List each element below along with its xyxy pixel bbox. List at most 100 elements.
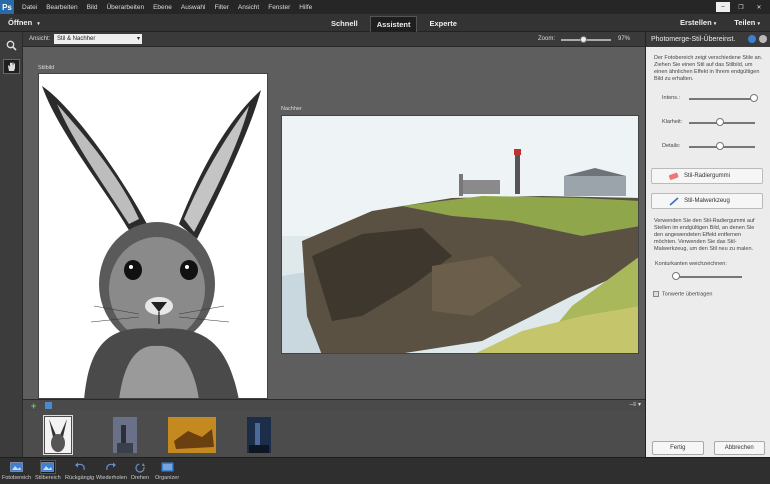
style-brush-button[interactable]: Stil-Malwerkzeug [651, 193, 763, 209]
style-image-caption: Stilbild [38, 65, 55, 71]
details-label: Details: [662, 143, 681, 149]
organizer-button[interactable]: Organizer [155, 460, 179, 481]
style-thumb-golden[interactable] [168, 417, 216, 453]
chevron-down-icon: ▾ [757, 21, 760, 27]
details-slider[interactable]: Details: [646, 135, 770, 159]
photo-bin-icon [9, 460, 25, 474]
help-icon[interactable] [759, 35, 767, 43]
menu-select[interactable]: Auswahl [181, 4, 206, 11]
style-thumb-tower[interactable] [113, 417, 137, 453]
menu-help[interactable]: Hilfe [299, 4, 312, 11]
mode-tabs: Schnell Assistent Experte [325, 16, 469, 33]
style-eraser-button[interactable]: Stil-Radiergummi [651, 168, 763, 184]
menu-filter[interactable]: Filter [214, 4, 228, 11]
tool-strip [0, 32, 23, 457]
redo-icon [103, 460, 119, 474]
minimize-icon[interactable]: – [716, 2, 730, 12]
filmstrip-toolbar: + –≡ ▾ [23, 399, 645, 411]
window-controls: – ❐ ✕ [716, 2, 766, 12]
brush-icon [669, 197, 679, 206]
clarity-slider[interactable]: Klarheit: [646, 111, 770, 135]
clarity-label: Klarheit: [662, 119, 683, 125]
menu-enhance[interactable]: Überarbeiten [106, 4, 144, 11]
close-icon[interactable]: ✕ [752, 2, 766, 12]
canvas-area: Stilbild Nachher [23, 47, 645, 399]
menu-bar: Ps Datei Bearbeiten Bild Überarbeiten Eb… [0, 0, 770, 14]
clarity-knob[interactable] [716, 118, 724, 126]
feather-track[interactable] [674, 276, 742, 278]
redo-button[interactable]: Wiederholen [96, 460, 127, 481]
cancel-button[interactable]: Abbrechen [713, 441, 765, 455]
filmstrip-menu-icon[interactable]: –≡ ▾ [629, 401, 641, 408]
panel-footer: Fertig Abbrechen [646, 441, 770, 455]
options-bar: Ansicht: Stil & Nachher ▾ Zoom: 97% [23, 32, 645, 47]
redo-label: Wiederholen [96, 475, 127, 481]
tab-guided[interactable]: Assistent [369, 16, 418, 33]
share-label: Teilen [734, 18, 756, 27]
tab-expert[interactable]: Experte [423, 16, 463, 33]
style-match-panel: Photomerge-Stil-Übereinst. Der Fotoberei… [645, 32, 770, 457]
panel-header: Photomerge-Stil-Übereinst. [646, 32, 770, 47]
menu-edit[interactable]: Bearbeiten [46, 4, 77, 11]
style-thumb-night[interactable] [247, 417, 271, 453]
style-filmstrip [23, 410, 645, 457]
style-bin-button[interactable]: Stilbereich [35, 460, 61, 481]
menu-file[interactable]: Datei [22, 4, 37, 11]
open-button[interactable]: Öffnen ▾ [8, 18, 40, 27]
view-select-value: Stil & Nachher [57, 36, 96, 42]
coastal-landscape-image [282, 116, 638, 353]
done-button[interactable]: Fertig [652, 441, 704, 455]
eraser-icon [668, 172, 679, 180]
menu-items: Datei Bearbeiten Bild Überarbeiten Ebene… [22, 4, 321, 11]
photo-bin-button[interactable]: Fotobereich [2, 460, 31, 481]
undo-icon [72, 460, 88, 474]
style-thumb-hare[interactable] [43, 415, 73, 455]
top-right-actions: Erstellen ▾ Teilen ▾ [680, 18, 760, 27]
top-bar: Öffnen ▾ Schnell Assistent Experte Erste… [0, 14, 770, 33]
create-button[interactable]: Erstellen ▾ [680, 18, 716, 27]
intensity-slider[interactable]: Intens.: [646, 87, 770, 111]
undo-button[interactable]: Rückgängig [65, 460, 94, 481]
trash-icon[interactable] [45, 402, 52, 409]
intensity-label: Intens.: [662, 95, 681, 101]
tool-help-text: Verwenden Sie den Stil-Radiergummi auf S… [654, 218, 755, 252]
create-label: Erstellen [679, 18, 712, 27]
style-eraser-label: Stil-Radiergummi [683, 173, 730, 179]
undo-label: Rückgängig [65, 475, 95, 481]
feather-slider[interactable]: Konturkanten weichzeichnen: [646, 261, 770, 285]
rotate-label: Drehen [131, 475, 150, 481]
after-image[interactable] [281, 115, 639, 354]
organizer-icon [159, 460, 175, 474]
details-knob[interactable] [716, 142, 724, 150]
tab-quick[interactable]: Schnell [325, 16, 364, 33]
menu-image[interactable]: Bild [87, 4, 98, 11]
rotate-icon [132, 460, 148, 474]
restore-icon[interactable]: ❐ [734, 2, 748, 12]
menu-layer[interactable]: Ebene [153, 4, 172, 11]
transfer-tones-checkbox[interactable] [653, 291, 659, 297]
intensity-knob[interactable] [750, 94, 758, 102]
panel-title: Photomerge-Stil-Übereinst. [651, 36, 736, 43]
style-bin-icon [39, 460, 56, 474]
style-bin-label: Stilbereich [35, 475, 61, 481]
hare-sketch-image [39, 74, 267, 398]
menu-view[interactable]: Ansicht [238, 4, 259, 11]
chevron-down-icon: ▾ [136, 36, 140, 42]
style-image[interactable] [38, 73, 268, 399]
view-select[interactable]: Stil & Nachher ▾ [54, 34, 142, 44]
zoom-tool[interactable] [3, 38, 20, 53]
transfer-tones-option[interactable]: Tonwerte übertragen [646, 285, 770, 297]
intensity-track[interactable] [689, 98, 755, 100]
zoom-slider-knob[interactable] [580, 36, 587, 43]
hand-tool[interactable] [3, 59, 20, 74]
after-image-caption: Nachher [281, 106, 302, 112]
feather-knob[interactable] [672, 272, 680, 280]
feather-label: Konturkanten weichzeichnen: [655, 261, 727, 267]
organizer-label: Organizer [155, 475, 180, 481]
menu-window[interactable]: Fenster [268, 4, 290, 11]
home-icon[interactable] [748, 35, 756, 43]
share-button[interactable]: Teilen ▾ [734, 18, 760, 27]
rotate-button[interactable]: Drehen [131, 460, 149, 481]
zoom-label: Zoom: [538, 36, 556, 42]
photo-bin-label: Fotobereich [2, 475, 32, 481]
